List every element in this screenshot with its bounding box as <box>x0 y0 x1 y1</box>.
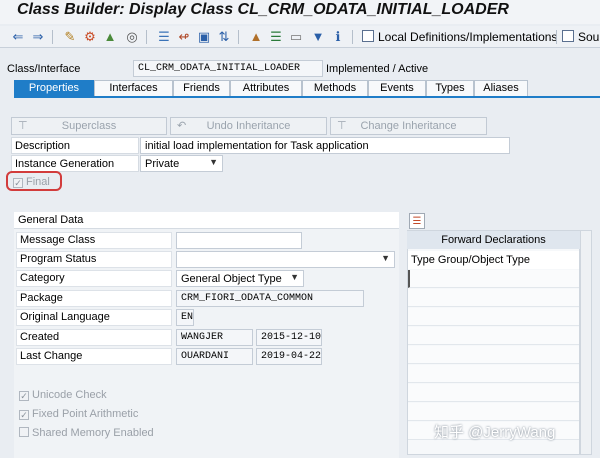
tab-attributes[interactable]: Attributes <box>230 80 302 97</box>
last-change-label: Last Change <box>16 348 172 365</box>
watermark: 知乎 @JerryWang <box>434 424 556 441</box>
toolbar-separator <box>352 30 353 44</box>
table-row[interactable] <box>408 308 579 326</box>
superclass-button[interactable]: ⊤ Superclass <box>11 117 167 135</box>
chevron-down-icon: ▼ <box>209 157 218 167</box>
table-row[interactable] <box>408 365 579 383</box>
tab-events[interactable]: Events <box>368 80 426 97</box>
move-icon[interactable]: ▲ <box>248 29 264 45</box>
toolbar-separator <box>238 30 239 44</box>
message-class-field[interactable] <box>176 232 302 249</box>
description-field: initial load implementation for Task app… <box>140 137 510 154</box>
original-language-label: Original Language <box>16 309 172 326</box>
hierarchy-icon[interactable]: ↫ <box>176 29 192 45</box>
display-change-icon[interactable]: ⚙ <box>82 29 98 45</box>
checkmark-icon: ✓ <box>19 391 29 401</box>
category-select[interactable]: General Object Type ▼ <box>176 270 304 287</box>
tab-properties[interactable]: Properties <box>14 80 94 97</box>
vertical-scrollbar[interactable] <box>580 230 592 455</box>
expand-icon[interactable]: ☰ <box>268 29 284 45</box>
class-status: Implemented / Active <box>326 63 429 75</box>
toolbar-separator <box>146 30 147 44</box>
original-language-field: EN <box>176 309 194 326</box>
created-label: Created <box>16 329 172 346</box>
other-object-icon[interactable]: ✎ <box>62 29 78 45</box>
undo-icon: ↶ <box>177 120 187 132</box>
edit-icon[interactable]: ▣ <box>196 29 212 45</box>
activate-icon[interactable]: ▲ <box>102 29 118 45</box>
table-row[interactable] <box>408 384 579 402</box>
shared-memory-checkbox[interactable]: Shared Memory Enabled <box>19 427 154 439</box>
program-status-select[interactable]: ▼ <box>176 251 395 268</box>
forward-icon[interactable]: ⇒ <box>30 29 46 45</box>
toolbar-separator <box>556 30 557 44</box>
created-on-field: 2015-12-10 <box>256 329 322 346</box>
checkmark-icon: ✓ <box>19 410 29 420</box>
class-interface-label: Class/Interface <box>7 63 81 75</box>
source-button[interactable]: Sour <box>562 28 600 46</box>
class-name-field: CL_CRM_ODATA_INITIAL_LOADER <box>133 60 323 77</box>
table-row[interactable] <box>408 289 579 307</box>
back-icon[interactable]: ⇐ <box>10 29 26 45</box>
source-icon <box>562 30 574 42</box>
chevron-down-icon: ▼ <box>290 272 299 282</box>
last-change-by-field: OUARDANI <box>176 348 253 365</box>
message-class-label: Message Class <box>16 232 172 249</box>
document-icon <box>362 30 374 42</box>
table-row[interactable] <box>408 403 579 421</box>
superclass-icon: ⊤ <box>18 120 28 132</box>
created-by-field: WANGJER <box>176 329 253 346</box>
final-checkbox[interactable]: ✓ Final <box>13 176 50 188</box>
tab-types[interactable]: Types <box>426 80 474 97</box>
change-inheritance-icon: ⊤ <box>337 120 347 132</box>
package-label: Package <box>16 290 172 307</box>
table-row[interactable] <box>408 270 579 288</box>
tab-aliases[interactable]: Aliases <box>474 80 528 97</box>
program-status-label: Program Status <box>16 251 172 268</box>
chevron-down-icon: ▼ <box>381 253 390 263</box>
change-inheritance-button[interactable]: ⊤ Change Inheritance <box>330 117 487 135</box>
application-toolbar: ⇐ ⇒ ✎ ⚙ ▲ ◎ ☰ ↫ ▣ ⇅ ▲ ☰ ▭ ▼ ℹ Local Defi… <box>0 26 600 48</box>
checkmark-icon: ✓ <box>13 178 23 188</box>
table-settings-icon[interactable]: ☰ <box>409 213 425 229</box>
tab-interfaces[interactable]: Interfaces <box>94 80 173 97</box>
table-row[interactable] <box>408 327 579 345</box>
tab-methods[interactable]: Methods <box>302 80 368 97</box>
filter-icon[interactable]: ▼ <box>310 29 326 45</box>
tree-icon[interactable]: ⇅ <box>216 29 232 45</box>
description-label: Description <box>11 137 139 154</box>
package-field: CRM_FIORI_ODATA_COMMON <box>176 290 364 307</box>
forward-declarations-title: Forward Declarations <box>407 231 580 249</box>
info-icon[interactable]: ℹ <box>330 29 346 45</box>
where-used-icon[interactable]: ◎ <box>124 29 140 45</box>
window-title: Class Builder: Display Class CL_CRM_ODAT… <box>17 1 509 18</box>
table-row[interactable] <box>408 346 579 364</box>
undo-inheritance-button[interactable]: ↶ Undo Inheritance <box>170 117 327 135</box>
instance-generation-select[interactable]: Private ▼ <box>140 155 223 172</box>
local-definitions-button[interactable]: Local Definitions/Implementations <box>362 28 557 46</box>
tab-underline <box>14 96 600 98</box>
type-group-column-header: Type Group/Object Type <box>408 251 579 269</box>
category-label: Category <box>16 270 172 287</box>
tab-friends[interactable]: Friends <box>173 80 230 97</box>
instance-generation-label: Instance Generation <box>11 155 139 172</box>
title-bar: Class Builder: Display Class CL_CRM_ODAT… <box>0 0 600 24</box>
object-list-icon[interactable]: ☰ <box>156 29 172 45</box>
collapse-icon[interactable]: ▭ <box>288 29 304 45</box>
last-change-on-field: 2019-04-22 <box>256 348 322 365</box>
unicode-check-checkbox[interactable]: ✓ Unicode Check <box>19 389 107 401</box>
toolbar-separator <box>52 30 53 44</box>
general-data-title: General Data <box>14 212 399 229</box>
fixed-point-checkbox[interactable]: ✓ Fixed Point Arithmetic <box>19 408 138 420</box>
